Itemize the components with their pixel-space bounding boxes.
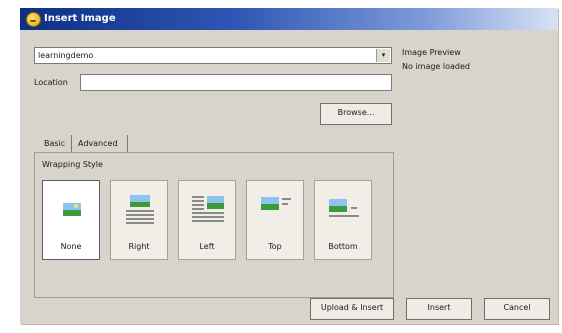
wrap-bottom-button[interactable]: Bottom (314, 180, 372, 260)
wrap-left-label: Left (199, 242, 215, 251)
location-input[interactable] (80, 74, 392, 91)
image-source-value: learningdemo (38, 51, 94, 60)
upload-insert-label: Upload & Insert (320, 303, 384, 312)
upload-insert-button[interactable]: Upload & Insert (310, 298, 394, 320)
wrap-right-icon (126, 195, 154, 224)
screenshot-frame: Insert Image learningdemo ▾ Location Bro… (0, 0, 562, 333)
cancel-label: Cancel (503, 303, 531, 312)
insert-button[interactable]: Insert (406, 298, 472, 320)
tab-basic[interactable]: Basic (40, 135, 72, 152)
wrap-top-button[interactable]: Top (246, 180, 304, 260)
image-source-select[interactable]: learningdemo ▾ (34, 47, 392, 64)
location-label: Location (34, 78, 68, 87)
smiley-icon (26, 12, 41, 27)
wrap-left-icon (192, 196, 224, 222)
wrap-bottom-label: Bottom (328, 242, 358, 251)
wrap-none-label: None (60, 242, 82, 251)
chevron-down-icon[interactable]: ▾ (376, 49, 390, 62)
tab-advanced[interactable]: Advanced (74, 135, 128, 152)
wrap-top-label: Top (268, 242, 282, 251)
wrapping-style-label: Wrapping Style (42, 160, 103, 169)
cancel-button[interactable]: Cancel (484, 298, 550, 320)
browse-button[interactable]: Browse... (320, 103, 392, 125)
title-bar[interactable]: Insert Image (20, 8, 558, 30)
insert-image-dialog: Insert Image learningdemo ▾ Location Bro… (20, 8, 558, 324)
wrap-left-button[interactable]: Left (178, 180, 236, 260)
window-title: Insert Image (44, 13, 116, 24)
image-preview-status: No image loaded (402, 62, 470, 71)
browse-button-label: Browse... (337, 108, 375, 117)
wrap-bottom-icon (329, 199, 359, 217)
insert-label: Insert (427, 303, 451, 312)
image-preview-label: Image Preview (402, 48, 461, 57)
wrap-none-icon (63, 203, 81, 216)
wrap-none-button[interactable]: None (42, 180, 100, 260)
wrap-right-label: Right (128, 242, 150, 251)
wrap-right-button[interactable]: Right (110, 180, 168, 260)
wrap-top-icon (261, 197, 291, 210)
